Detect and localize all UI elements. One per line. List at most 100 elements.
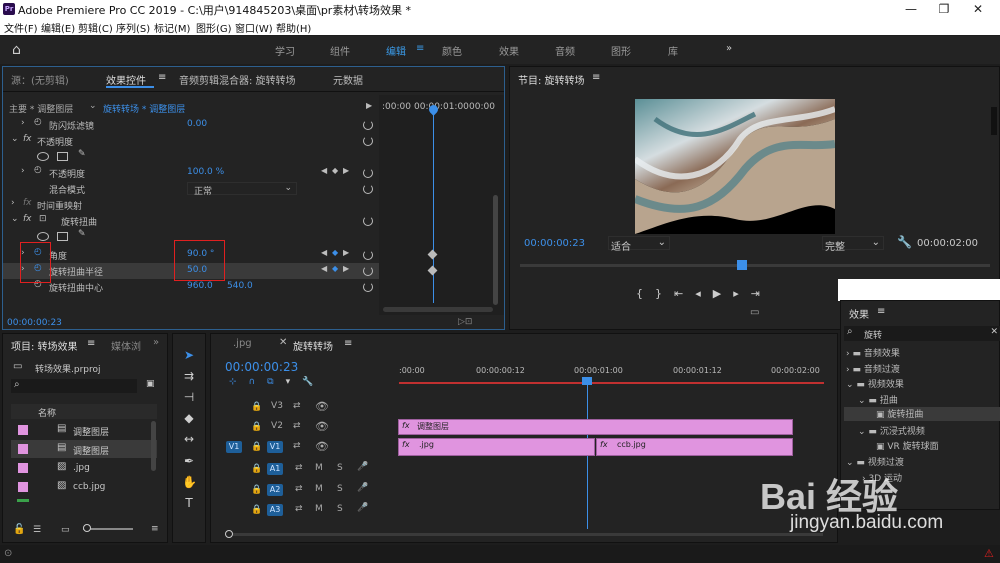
warning-icon[interactable]: ⚠ bbox=[984, 547, 994, 560]
clip-ccb[interactable]: fx ccb.jpg bbox=[596, 438, 793, 456]
menu-window[interactable]: 窗口(W) bbox=[235, 20, 273, 35]
program-scrubber[interactable] bbox=[520, 264, 990, 267]
eye-icon[interactable]: 👁 bbox=[315, 440, 329, 453]
transform-icon[interactable]: ⊡ bbox=[39, 214, 47, 224]
filter-icon[interactable]: ▷⊡ bbox=[458, 317, 472, 327]
reset-icon[interactable] bbox=[363, 216, 373, 226]
mute-button[interactable]: M bbox=[315, 484, 323, 494]
sync-lock-icon[interactable]: ⇄ bbox=[293, 421, 301, 431]
project-search[interactable]: ⌕ bbox=[11, 379, 137, 393]
sync-lock-icon[interactable]: ⇄ bbox=[293, 441, 301, 451]
workspace-color[interactable]: 颜色 bbox=[442, 43, 462, 58]
lock-icon[interactable]: 🔒 bbox=[251, 442, 262, 452]
workspace-audio[interactable]: 音频 bbox=[555, 43, 575, 58]
track-v1[interactable]: V1 bbox=[267, 441, 283, 453]
center-y-value[interactable]: 540.0 bbox=[227, 281, 253, 291]
reset-icon[interactable] bbox=[363, 282, 373, 292]
solo-button[interactable]: S bbox=[337, 484, 343, 494]
tree-item[interactable]: ⌄ ▬ 沉浸式视频 bbox=[858, 424, 925, 437]
icon-view-icon[interactable]: ▭ bbox=[61, 525, 70, 535]
more-workspaces-icon[interactable]: » bbox=[726, 43, 732, 54]
tab-effect-controls[interactable]: 效果控件 bbox=[106, 72, 146, 92]
workspace-libraries[interactable]: 库 bbox=[668, 43, 678, 58]
zoom-handle[interactable] bbox=[83, 524, 91, 532]
prev-keyframe-icon[interactable]: ◀ bbox=[321, 248, 327, 257]
tree-item[interactable]: › ▬ 音频过渡 bbox=[846, 362, 900, 375]
solo-button[interactable]: S bbox=[337, 504, 343, 514]
center-x-value[interactable]: 960.0 bbox=[187, 281, 213, 291]
fx-icon[interactable]: fx bbox=[23, 214, 32, 224]
program-timecode[interactable]: 00:00:00:23 bbox=[524, 238, 585, 249]
pen-mask-icon[interactable]: ✎ bbox=[78, 229, 86, 239]
program-playhead[interactable] bbox=[737, 260, 747, 270]
home-icon[interactable]: ⌂ bbox=[12, 42, 21, 58]
tab-source[interactable]: 源：(无剪辑) bbox=[11, 72, 69, 92]
type-tool-icon[interactable]: T bbox=[182, 496, 196, 510]
play-only-icon[interactable]: ▶ bbox=[366, 101, 372, 110]
lock-icon[interactable]: 🔓 bbox=[13, 524, 25, 535]
timeline-scrollbar[interactable] bbox=[233, 533, 823, 536]
play-icon[interactable]: ▶ bbox=[713, 287, 733, 300]
reset-icon[interactable] bbox=[363, 266, 373, 276]
workspace-menu-icon[interactable]: ≡ bbox=[416, 43, 424, 54]
prev-keyframe-icon[interactable]: ◀ bbox=[321, 264, 327, 273]
mic-icon[interactable]: 🎤 bbox=[357, 503, 368, 513]
tab-sequence-jpg[interactable]: .jpg bbox=[233, 338, 252, 358]
video-preview[interactable] bbox=[633, 99, 837, 234]
nest-icon[interactable]: ⊹ bbox=[229, 377, 249, 387]
panel-menu-icon[interactable]: ≡ bbox=[877, 306, 885, 326]
scrollbar[interactable] bbox=[493, 195, 498, 305]
slip-tool-icon[interactable]: ↔ bbox=[182, 432, 196, 446]
track-v3[interactable]: V3 bbox=[269, 401, 285, 413]
add-keyframe-icon[interactable]: ◆ bbox=[332, 248, 338, 257]
anti-flicker-value[interactable]: 0.00 bbox=[187, 119, 207, 129]
scrollbar[interactable] bbox=[151, 421, 156, 471]
work-area-bar[interactable] bbox=[399, 382, 824, 384]
go-to-in-icon[interactable]: ⇤ bbox=[674, 287, 695, 300]
tree-item[interactable]: ⌄ ▬ 扭曲 bbox=[858, 393, 898, 406]
panel-menu-icon[interactable]: ≡ bbox=[592, 72, 600, 92]
new-bin-icon[interactable]: ▣ bbox=[146, 379, 155, 389]
reset-icon[interactable] bbox=[363, 136, 373, 146]
reset-icon[interactable] bbox=[363, 168, 373, 178]
eye-icon[interactable]: 👁 bbox=[315, 420, 329, 433]
rect-mask-icon[interactable] bbox=[57, 232, 68, 241]
tree-item[interactable]: ▣ VR 旋转球面 bbox=[876, 439, 939, 452]
pen-tool-icon[interactable]: ✒ bbox=[182, 454, 196, 468]
prev-keyframe-icon[interactable]: ◀ bbox=[321, 166, 327, 175]
collapse-icon[interactable]: ⌄ bbox=[11, 134, 19, 144]
sync-lock-icon[interactable]: ⇄ bbox=[293, 401, 301, 411]
sync-lock-icon[interactable]: ⇄ bbox=[295, 484, 303, 494]
menu-marker[interactable]: 标记(M) bbox=[154, 20, 190, 35]
clip-jpg[interactable]: fx .jpg bbox=[398, 438, 595, 456]
effects-search[interactable]: ⌕ 旋转 ✕ bbox=[844, 326, 1000, 341]
tree-item[interactable]: ⌄ ▬ 视频过渡 bbox=[846, 455, 904, 468]
mic-icon[interactable]: 🎤 bbox=[357, 483, 368, 493]
quality-select[interactable]: 完整 ⌄ bbox=[822, 236, 884, 253]
panel-menu-icon[interactable]: ≡ bbox=[344, 338, 352, 358]
comment-icon[interactable]: ▭ bbox=[750, 307, 759, 318]
add-keyframe-icon[interactable]: ◆ bbox=[332, 166, 338, 175]
mark-in-icon[interactable]: { bbox=[636, 287, 655, 300]
mark-out-icon[interactable]: } bbox=[655, 287, 674, 300]
tab-project[interactable]: 项目: 转场效果 bbox=[11, 338, 78, 358]
panel-options-icon[interactable]: ≡ bbox=[151, 524, 159, 534]
expand-icon[interactable]: › bbox=[21, 166, 25, 176]
close-tab-icon[interactable]: ✕ bbox=[279, 337, 287, 357]
lock-icon[interactable]: 🔒 bbox=[251, 422, 262, 432]
clip-adjustment-layer[interactable]: fx 调整图层 bbox=[398, 419, 793, 435]
menu-graphics[interactable]: 图形(G) bbox=[196, 20, 232, 35]
hand-tool-icon[interactable]: ✋ bbox=[182, 475, 197, 489]
keyframe-area[interactable] bbox=[379, 95, 504, 315]
blend-mode-select[interactable]: 正常 ⌄ bbox=[187, 182, 297, 197]
eye-icon[interactable]: 👁 bbox=[315, 400, 329, 413]
selection-tool-icon[interactable]: ➤ bbox=[182, 348, 196, 362]
step-forward-icon[interactable]: ▸ bbox=[733, 287, 751, 300]
step-back-icon[interactable]: ◂ bbox=[695, 287, 713, 300]
lock-icon[interactable]: 🔒 bbox=[251, 485, 262, 495]
fx-icon[interactable]: fx bbox=[23, 134, 32, 144]
source-patch-v1[interactable]: V1 bbox=[226, 441, 242, 453]
tab-audio-mixer[interactable]: 音频剪辑混合器: 旋转转场 bbox=[179, 72, 296, 92]
list-view-icon[interactable]: ☰ bbox=[33, 525, 41, 535]
wrench-icon[interactable]: 🔧 bbox=[897, 235, 912, 249]
